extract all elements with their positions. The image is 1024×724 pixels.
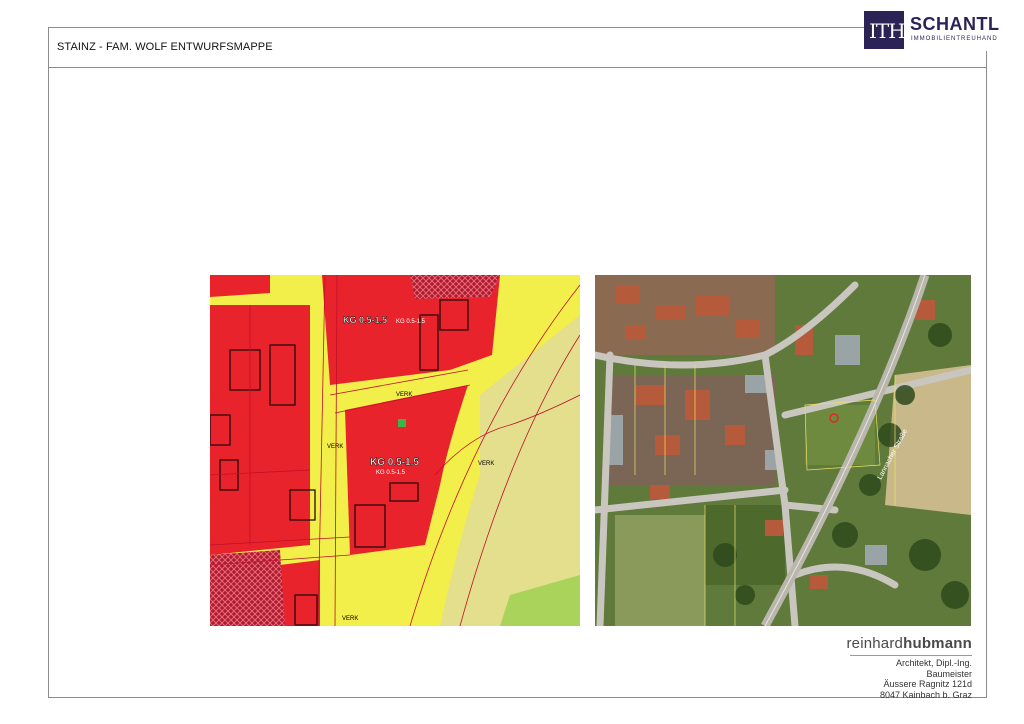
document-title: STAINZ - FAM. WOLF ENTWURFSMAPPE	[57, 41, 273, 53]
zone-label-center-small: KG 0.5-1.5	[376, 470, 406, 476]
logo-name: SCHANTL	[910, 14, 1000, 34]
architect-line: Baumeister	[926, 668, 972, 679]
aerial-photo-map: Lannacher Straße	[595, 275, 971, 626]
logo-mark-text: ITH	[869, 19, 906, 43]
road-label-4: VERK	[342, 616, 358, 622]
zoning-plan-map: KG 0.5-1.5 KG 0.5-1.5 KG 0.5-1.5 KG 0.5-…	[210, 275, 580, 626]
architect-line: Äussere Ragnitz 121d	[883, 679, 972, 689]
architect-name-bold: hubmann	[903, 635, 972, 652]
logo-subtitle: IMMOBILIENTREUHAND	[911, 36, 998, 42]
architect-brand: reinhardhubmann	[820, 635, 972, 652]
zone-label-top: KG 0.5-1.5	[343, 315, 387, 325]
architect-name-light: reinhard	[846, 635, 904, 652]
architect-line: 8047 Kainbach b. Graz	[879, 689, 972, 700]
road-label-2: VERK	[327, 444, 343, 450]
zone-label-center: KG 0.5-1.5	[370, 457, 419, 468]
architect-line: Architekt, Dipl.-Ing.	[895, 658, 972, 668]
sheet-header: STAINZ - FAM. WOLF ENTWURFSMAPPE	[49, 28, 986, 68]
zone-label-top-small: KG 0.5-1.5	[396, 319, 426, 325]
architect-divider	[850, 655, 972, 656]
architect-block: reinhardhubmann Architekt, Dipl.-Ing. Ba…	[820, 635, 972, 700]
road-label-1: VERK	[396, 392, 412, 398]
company-logo: ITH SCHANTL IMMOBILIENTREUHAND	[864, 11, 1010, 51]
road-label-3: VERK	[478, 461, 494, 467]
logo-mark-icon: ITH	[864, 11, 906, 49]
